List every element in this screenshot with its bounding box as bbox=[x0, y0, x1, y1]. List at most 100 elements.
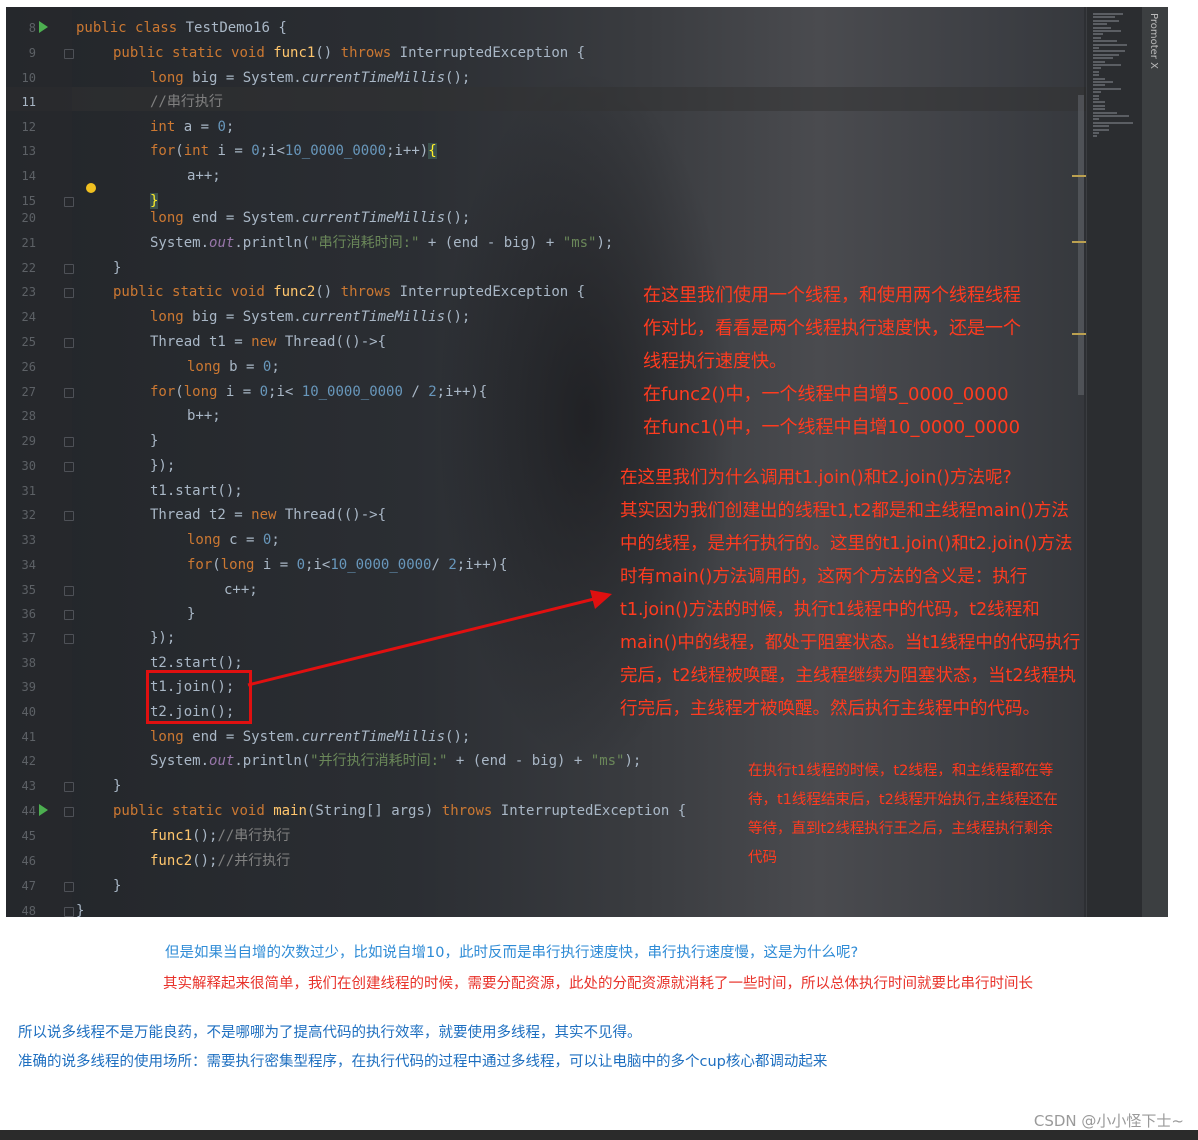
minimap-line bbox=[1093, 111, 1117, 114]
fold-marker[interactable] bbox=[64, 388, 74, 398]
code-line[interactable]: } bbox=[113, 259, 121, 277]
line-number: 26 bbox=[21, 360, 36, 374]
run-icon[interactable] bbox=[39, 804, 48, 816]
annotation-comparison: 在这里我们使用一个线程，和使用两个线程线程 作对比，看看是两个线程执行速度快，还… bbox=[643, 279, 1103, 444]
minimap-line bbox=[1093, 19, 1119, 22]
minimap-line bbox=[1093, 74, 1099, 77]
annotation-line: 代码 bbox=[748, 850, 777, 866]
minimap-line bbox=[1093, 57, 1113, 60]
line-number: 48 bbox=[21, 904, 36, 917]
fold-marker[interactable] bbox=[64, 882, 74, 892]
minimap-line bbox=[1093, 67, 1101, 70]
code-line[interactable]: long c = 0; bbox=[187, 531, 280, 549]
minimap-line bbox=[1093, 53, 1119, 56]
promoter-x-tab[interactable]: Promoter X bbox=[1148, 13, 1159, 69]
minimap-line bbox=[1093, 81, 1113, 83]
fold-marker[interactable] bbox=[64, 288, 74, 298]
fold-marker[interactable] bbox=[64, 807, 74, 817]
warning-mark[interactable] bbox=[1072, 241, 1086, 243]
fold-marker[interactable] bbox=[64, 49, 74, 59]
annotation-join-explanation: 在这里我们为什么调用t1.join()和t2.join()方法呢? 其实因为我们… bbox=[620, 462, 1165, 726]
code-line[interactable]: Thread t2 = new Thread(()->{ bbox=[150, 506, 386, 524]
code-line[interactable]: func2();//并行执行 bbox=[150, 852, 290, 870]
code-line[interactable]: c++; bbox=[224, 581, 258, 599]
code-line[interactable]: long end = System.currentTimeMillis(); bbox=[150, 728, 470, 746]
minimap-line bbox=[1093, 121, 1133, 124]
line-number: 29 bbox=[21, 434, 36, 448]
fold-marker[interactable] bbox=[64, 907, 74, 917]
code-line[interactable]: } bbox=[150, 432, 158, 450]
code-line[interactable]: public static void func2() throws Interr… bbox=[113, 283, 585, 301]
annotation-line: 在func2()中，一个线程中自增5_0000_0000 bbox=[643, 384, 1009, 405]
fold-marker[interactable] bbox=[64, 586, 74, 596]
fold-marker[interactable] bbox=[64, 782, 74, 792]
annotation-line: 在执行t1线程的时候，t2线程，和主线程都在等 bbox=[748, 763, 1054, 779]
code-line[interactable]: public static void main(String[] args) t… bbox=[113, 802, 686, 820]
line-number: 22 bbox=[21, 261, 36, 275]
line-number: 20 bbox=[21, 211, 36, 225]
code-line[interactable]: Thread t1 = new Thread(()->{ bbox=[150, 333, 386, 351]
line-number: 33 bbox=[21, 533, 36, 547]
code-line[interactable]: long big = System.currentTimeMillis(); bbox=[150, 308, 470, 326]
watermark: CSDN @小小怪下士~ bbox=[1033, 1112, 1184, 1130]
note-usage: 准确的说多线程的使用场所：需要执行密集型程序，在执行代码的过程中通过多线程，可以… bbox=[18, 1054, 828, 1070]
fold-marker[interactable] bbox=[64, 462, 74, 472]
line-number: 45 bbox=[21, 829, 36, 843]
lightbulb-icon[interactable] bbox=[86, 183, 96, 193]
code-line[interactable]: long big = System.currentTimeMillis(); bbox=[150, 69, 470, 87]
fold-marker[interactable] bbox=[64, 511, 74, 521]
annotation-line: 等待，直到t2线程执行王之后，主线程执行剩余 bbox=[748, 821, 1053, 837]
code-line[interactable]: a++; bbox=[187, 167, 221, 185]
fold-marker[interactable] bbox=[64, 437, 74, 447]
annotation-line: 其实因为我们创建出的线程t1,t2都是和主线程main()方法 bbox=[620, 501, 1069, 521]
code-line[interactable]: long b = 0; bbox=[187, 358, 280, 376]
minimap-line bbox=[1093, 91, 1101, 94]
code-line[interactable]: System.out.println("串行消耗时间:" + (end - bi… bbox=[150, 234, 613, 252]
code-line[interactable]: }); bbox=[150, 629, 175, 647]
code-line[interactable]: public static void func1() throws Interr… bbox=[113, 44, 585, 62]
minimap-line bbox=[1093, 13, 1123, 15]
line-number: 9 bbox=[28, 46, 36, 60]
code-line[interactable]: b++; bbox=[187, 407, 221, 425]
join-highlight-box bbox=[146, 670, 252, 724]
annotation-line: 线程执行速度快。 bbox=[643, 351, 787, 372]
code-line[interactable]: } bbox=[76, 902, 84, 917]
fold-marker[interactable] bbox=[64, 610, 74, 620]
run-icon[interactable] bbox=[39, 21, 48, 33]
minimap-line bbox=[1093, 87, 1121, 90]
code-line[interactable]: public class TestDemo16 { bbox=[76, 19, 287, 37]
code-line[interactable]: }); bbox=[150, 457, 175, 475]
code-line[interactable]: System.out.println("并行执行消耗时间:" + (end - … bbox=[150, 752, 641, 770]
code-line[interactable]: func1();//串行执行 bbox=[150, 827, 290, 845]
code-line[interactable]: } bbox=[113, 777, 121, 795]
line-number: 39 bbox=[21, 680, 36, 694]
code-editor: 8 public class TestDemo16 {9 public static… bbox=[6, 7, 1168, 917]
code-line[interactable]: int a = 0; bbox=[150, 118, 234, 136]
warning-mark[interactable] bbox=[1072, 175, 1086, 177]
line-number: 34 bbox=[21, 558, 36, 572]
line-number: 32 bbox=[21, 508, 36, 522]
code-line[interactable]: } bbox=[150, 192, 159, 210]
line-number: 27 bbox=[21, 385, 36, 399]
minimap-line bbox=[1093, 40, 1117, 43]
annotation-line: 在func1()中，一个线程中自增10_0000_0000 bbox=[643, 417, 1021, 438]
minimap-line bbox=[1093, 50, 1125, 53]
code-line[interactable]: t1.start(); bbox=[150, 482, 243, 500]
fold-marker[interactable] bbox=[64, 634, 74, 644]
code-line[interactable]: long end = System.currentTimeMillis(); bbox=[150, 209, 470, 227]
fold-marker[interactable] bbox=[64, 197, 74, 207]
code-line[interactable]: for(long i = 0;i<10_0000_0000/ 2;i++){ bbox=[187, 556, 507, 574]
annotation-line: 完后，t2线程被唤醒，主线程继续为阻塞状态，当t2线程执 bbox=[620, 666, 1076, 686]
code-line[interactable]: for(long i = 0;i< 10_0000_0000 / 2;i++){ bbox=[150, 383, 487, 401]
line-number: 38 bbox=[21, 656, 36, 670]
code-line[interactable]: } bbox=[187, 605, 195, 623]
minimap-line bbox=[1093, 36, 1101, 39]
line-number: 37 bbox=[21, 631, 36, 645]
minimap-line bbox=[1093, 115, 1129, 117]
fold-marker[interactable] bbox=[64, 338, 74, 348]
line-number: 41 bbox=[21, 730, 36, 744]
code-line[interactable]: } bbox=[113, 877, 121, 895]
fold-marker[interactable] bbox=[64, 264, 74, 274]
code-line[interactable]: for(int i = 0;i<10_0000_0000;i++){ bbox=[150, 142, 437, 160]
code-line[interactable]: //串行执行 bbox=[150, 93, 223, 111]
